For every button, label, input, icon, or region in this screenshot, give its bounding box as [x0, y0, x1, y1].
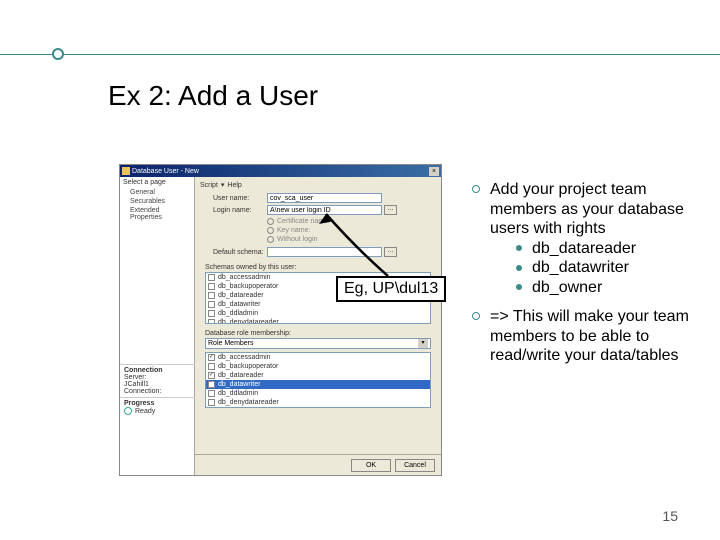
sub-bullet-1: db_datareader — [532, 239, 636, 259]
nologin-label: Without login — [277, 236, 317, 243]
checkbox-icon[interactable] — [208, 390, 215, 397]
roles-dropdown-text: Role Members — [208, 340, 254, 347]
checkbox-icon[interactable] — [208, 301, 215, 308]
header-bullet-icon — [52, 48, 64, 60]
sub-bullet-3: db_owner — [532, 278, 602, 298]
bullet-content: Add your project team members as your da… — [472, 180, 692, 376]
dialog-title: Database User - New — [132, 168, 199, 175]
bullet-circle-icon — [472, 185, 480, 193]
schema-item: db_accessadmin — [218, 274, 271, 281]
server-value: JCahill1 — [124, 381, 191, 388]
checkbox-icon[interactable] — [208, 399, 215, 406]
role-item: db_datawriter — [218, 381, 260, 388]
checkbox-icon[interactable]: ✓ — [208, 354, 215, 361]
key-radio[interactable] — [267, 227, 274, 234]
nav-general[interactable]: General — [120, 188, 194, 197]
role-item: db_accessadmin — [218, 354, 271, 361]
connection-sublabel: Connection: — [124, 388, 191, 395]
bullet-circle-icon — [472, 312, 480, 320]
progress-section: Progress Ready — [120, 397, 195, 417]
checkbox-icon[interactable] — [208, 283, 215, 290]
nologin-radio[interactable] — [267, 236, 274, 243]
checkbox-icon[interactable] — [208, 310, 215, 317]
checkbox-icon[interactable] — [208, 319, 215, 324]
left-nav-pane: Select a page General Securables Extende… — [120, 177, 195, 475]
username-label: User name: — [213, 195, 267, 202]
checkbox-icon[interactable] — [208, 292, 215, 299]
checkbox-icon[interactable] — [208, 274, 215, 281]
role-item: db_ddladmin — [218, 390, 258, 397]
help-button[interactable]: Help — [227, 182, 241, 189]
roles-listbox[interactable]: ✓db_accessadmin db_backupoperator ✓db_da… — [205, 352, 431, 408]
role-item: db_backupoperator — [218, 363, 278, 370]
cancel-button[interactable]: Cancel — [395, 459, 435, 472]
login-label: Login name: — [213, 207, 267, 214]
page-number: 15 — [662, 508, 678, 524]
bullet-dot-icon — [516, 245, 522, 251]
select-page-label: Select a page — [120, 177, 194, 188]
roles-label: Database role membership: — [205, 330, 439, 337]
bullet-text-1: Add your project team members as your da… — [490, 180, 692, 239]
server-label: Server: — [124, 374, 191, 381]
ready-icon — [124, 407, 132, 415]
arrow-icon — [316, 208, 406, 278]
sub-bullet-2: db_datawriter — [532, 258, 629, 278]
checkbox-icon[interactable] — [208, 363, 215, 370]
nav-extended[interactable]: Extended Properties — [120, 206, 194, 222]
role-item: db_datareader — [218, 372, 264, 379]
bullet-dot-icon — [516, 284, 522, 290]
progress-label: Progress — [124, 400, 191, 407]
header-rule — [0, 54, 720, 55]
schema-item: db_ddladmin — [218, 310, 258, 317]
annotation-box: Eg, UP\dul13 — [336, 276, 446, 302]
progress-ready: Ready — [135, 408, 155, 415]
connection-label: Connection — [124, 367, 191, 374]
ok-button[interactable]: OK — [351, 459, 391, 472]
checkbox-icon[interactable]: ✓ — [208, 372, 215, 379]
nav-securables[interactable]: Securables — [120, 197, 194, 206]
checkbox-icon[interactable]: ✓ — [208, 381, 215, 388]
dialog-toolbar: Script ▾ Help — [197, 179, 439, 191]
schema-item: db_backupoperator — [218, 283, 278, 290]
script-button[interactable]: Script — [200, 182, 218, 189]
bullet-text-2: => This will make your team members to b… — [490, 307, 692, 366]
slide-title: Ex 2: Add a User — [108, 80, 318, 112]
schema-item: db_datawriter — [218, 301, 260, 308]
schema-label: Default schema: — [213, 249, 267, 256]
schema-item: db_datareader — [218, 292, 264, 299]
schema-item: db_denydatareader — [218, 319, 279, 324]
key-label: Key name: — [277, 227, 310, 234]
cert-radio[interactable] — [267, 218, 274, 225]
role-item: db_denydatareader — [218, 399, 279, 406]
username-input[interactable] — [267, 193, 382, 203]
dialog-titlebar: Database User - New × — [120, 165, 441, 177]
dialog-icon — [122, 167, 130, 175]
connection-section: Connection Server: JCahill1 Connection: — [120, 364, 195, 397]
bullet-dot-icon — [516, 265, 522, 271]
chevron-down-icon: ▾ — [418, 339, 428, 348]
close-icon[interactable]: × — [429, 167, 439, 176]
roles-dropdown[interactable]: Role Members ▾ — [205, 338, 431, 349]
